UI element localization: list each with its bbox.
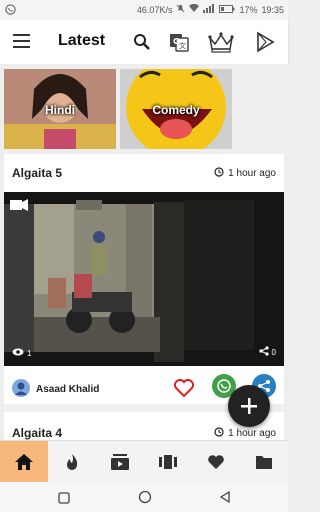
clock: 19:35 (261, 4, 284, 15)
nav-trending[interactable] (48, 441, 96, 483)
category-label: Hindi (45, 103, 75, 117)
carousel-icon (159, 455, 177, 469)
signal-icon (203, 4, 215, 15)
favorite-icon[interactable] (172, 376, 196, 405)
menu-icon[interactable] (13, 34, 31, 48)
nav-carousel[interactable] (144, 441, 192, 483)
back-button[interactable] (218, 490, 232, 509)
svg-text:文: 文 (179, 41, 186, 50)
view-count: 1 (12, 348, 31, 358)
clock-icon (214, 167, 224, 180)
fire-icon (67, 454, 78, 470)
nav-videos[interactable] (96, 441, 144, 483)
back-triangle-icon (219, 490, 230, 504)
battery-percent: 17% (239, 4, 258, 15)
post-time-text: 1 hour ago (228, 168, 276, 179)
circle-icon (138, 490, 152, 504)
view-count-value: 1 (27, 348, 32, 358)
category-hindi[interactable]: Hindi (4, 69, 116, 149)
share-count-value: 0 (271, 347, 276, 357)
category-comedy[interactable]: Comedy (120, 69, 232, 149)
post-time: 1 hour ago (214, 427, 276, 440)
nav-folder[interactable] (240, 441, 288, 483)
nav-home[interactable] (0, 441, 48, 483)
whatsapp-notification-icon (5, 4, 16, 17)
clock-icon (214, 427, 224, 440)
page-title: Latest (58, 32, 106, 49)
post-card[interactable]: Algaita 5 1 hour ago 1 0 Asaad Khalid (4, 154, 284, 404)
favorite-icon (208, 455, 224, 469)
home-button[interactable] (138, 490, 152, 509)
crown-icon[interactable] (207, 30, 235, 54)
bottom-nav (0, 440, 288, 483)
battery-icon (219, 4, 235, 15)
home-icon (15, 454, 33, 470)
network-speed: 46.07K/s (136, 4, 173, 15)
play-store-icon[interactable] (253, 30, 277, 54)
category-strip: Hindi Comedy (0, 64, 288, 156)
system-navigation-bar (0, 482, 288, 512)
post-author[interactable]: Asaad Khalid (12, 379, 99, 400)
plus-icon (241, 398, 257, 414)
app-bar: Latest G文 (0, 20, 288, 64)
status-bar: 46.07K/s 17% 19:35 (0, 0, 288, 20)
share-small-icon (258, 346, 269, 358)
avatar (12, 379, 30, 400)
search-icon[interactable] (130, 30, 154, 54)
post-title: Algaita 4 (12, 426, 63, 440)
post-title: Algaita 5 (12, 166, 63, 180)
author-name: Asaad Khalid (36, 384, 100, 395)
overview-button[interactable] (58, 491, 70, 509)
post-time-text: 1 hour ago (228, 428, 276, 439)
video-library-icon (111, 454, 129, 470)
eye-icon (12, 348, 24, 358)
post-time: 1 hour ago (214, 167, 276, 180)
wifi-icon (189, 3, 200, 15)
translate-icon[interactable]: G文 (167, 30, 191, 54)
add-post-button[interactable] (228, 385, 270, 427)
folder-icon (256, 456, 272, 469)
square-icon (58, 492, 70, 504)
share-count: 0 (258, 346, 276, 358)
nav-favorites[interactable] (192, 441, 240, 483)
mute-icon (176, 4, 185, 15)
category-label: Comedy (152, 103, 200, 117)
video-thumbnail[interactable]: 1 0 (4, 192, 284, 366)
